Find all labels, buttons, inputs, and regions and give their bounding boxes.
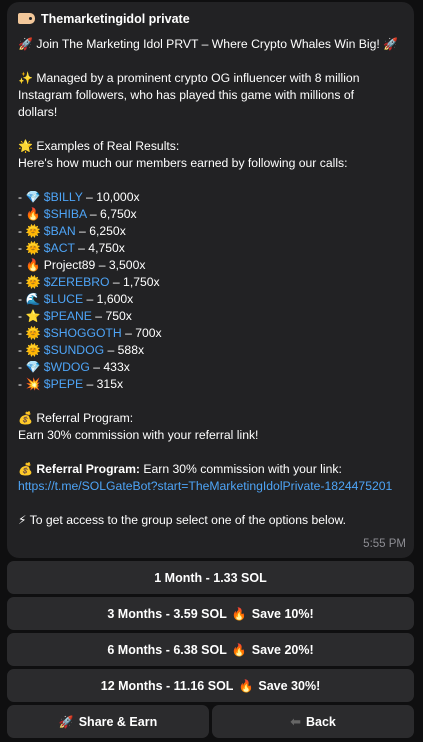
list-item: - 💎 $WDOG – 433x [18,360,130,374]
list-item: - 🌞 $BAN – 6,250x [18,224,126,238]
sparkles-icon: ✨ [18,71,33,85]
plan-12-months-button[interactable]: 12 Months - 11.16 SOL 🔥 Save 30%! [7,669,414,702]
list-item: - 🔥 Project89 – 3,500x [18,258,146,272]
ticker-link[interactable]: $PEANE [44,309,92,323]
ticker-link[interactable]: $PEPE [44,377,83,391]
sun-icon: 🌞 [25,224,41,238]
list-item: - 🌞 $ACT – 4,750x [18,241,125,255]
back-button[interactable]: ⬅ Back [212,705,414,738]
sender-name: Themarketingidol private [41,12,190,26]
glowing-star-icon: 🌟 [18,139,33,153]
diamond-icon: 💎 [25,190,41,204]
fire-icon: 🔥 [238,678,254,693]
sun-icon: 🌞 [25,326,41,340]
managed-by-text: ✨ Managed by a prominent crypto OG influ… [18,71,360,119]
lightning-icon: ⚡ [18,513,27,527]
diamond-icon: 💎 [25,360,41,374]
plan-1-month-button[interactable]: 1 Month - 1.33 SOL [7,561,414,594]
access-text: ⚡ To get access to the group select one … [18,513,347,527]
ticker-link[interactable]: $ZEREBRO [44,275,110,289]
ticker-link[interactable]: $SHIBA [44,207,87,221]
rocket-icon: 🚀 [383,37,399,51]
fire-icon: 🔥 [25,207,41,221]
referral-title: 💰 Referral Program: [18,411,134,425]
ticker-link[interactable]: $BAN [44,224,76,238]
rocket-icon: 🚀 [58,714,74,729]
money-bag-icon: 💰 [18,462,33,476]
message-time: 5:55 PM [363,538,406,550]
sun-icon: 🌞 [25,343,41,357]
referral-text: Earn 30% commission with your referral l… [18,428,259,442]
ticker-link[interactable]: $SHOGGOTH [44,326,122,340]
list-item: - 💎 $BILLY – 10,000x [18,190,140,204]
message-bubble: Themarketingidol private 🚀 Join The Mark… [7,2,414,558]
share-earn-button[interactable]: 🚀 Share & Earn [7,705,209,738]
collision-icon: 💥 [25,377,41,391]
headline: 🚀 Join The Marketing Idol PRVT – Where C… [18,37,399,51]
sun-icon: 🌞 [25,275,41,289]
ticker-link[interactable]: $SUNDOG [44,343,104,357]
ticker-link[interactable]: $WDOG [44,360,90,374]
list-item: - 🌞 $SHOGGOTH – 700x [18,326,162,340]
wave-icon: 🌊 [25,292,41,306]
tag-icon [18,13,35,24]
ticker-link[interactable]: $LUCE [44,292,83,306]
money-bag-icon: 💰 [18,411,33,425]
back-arrow-icon: ⬅ [290,713,301,729]
list-item: - 💥 $PEPE – 315x [18,377,124,391]
examples-intro: Here's how much our members earned by fo… [18,156,348,170]
rocket-icon: 🚀 [18,37,33,51]
plan-6-months-button[interactable]: 6 Months - 6.38 SOL 🔥 Save 20%! [7,633,414,666]
examples-title: 🌟 Examples of Real Results: [18,139,180,153]
referral-link[interactable]: https://t.me/SOLGateBot?start=TheMarketi… [18,479,392,493]
list-item: - 🔥 $SHIBA – 6,750x [18,207,137,221]
message-sender[interactable]: Themarketingidol private [18,11,404,28]
ticker-text: Project89 [43,258,96,272]
ticker-link[interactable]: $ACT [44,241,75,255]
results-list: - 💎 $BILLY – 10,000x - 🔥 $SHIBA – 6,750x… [18,189,404,393]
star-icon: ⭐ [25,309,41,323]
list-item: - 🌊 $LUCE – 1,600x [18,292,134,306]
fire-icon: 🔥 [231,642,247,657]
referral-bold-line: 💰 Referral Program: Earn 30% commission … [18,462,342,476]
list-item: - 🌞 $SUNDOG – 588x [18,343,145,357]
list-item: - 🌞 $ZEREBRO – 1,750x [18,275,160,289]
sun-icon: 🌞 [25,241,41,255]
fire-icon: 🔥 [231,606,247,621]
plan-3-months-button[interactable]: 3 Months - 3.59 SOL 🔥 Save 10%! [7,597,414,630]
list-item: - ⭐ $PEANE – 750x [18,309,132,323]
ticker-link[interactable]: $BILLY [44,190,83,204]
fire-icon: 🔥 [25,258,41,272]
